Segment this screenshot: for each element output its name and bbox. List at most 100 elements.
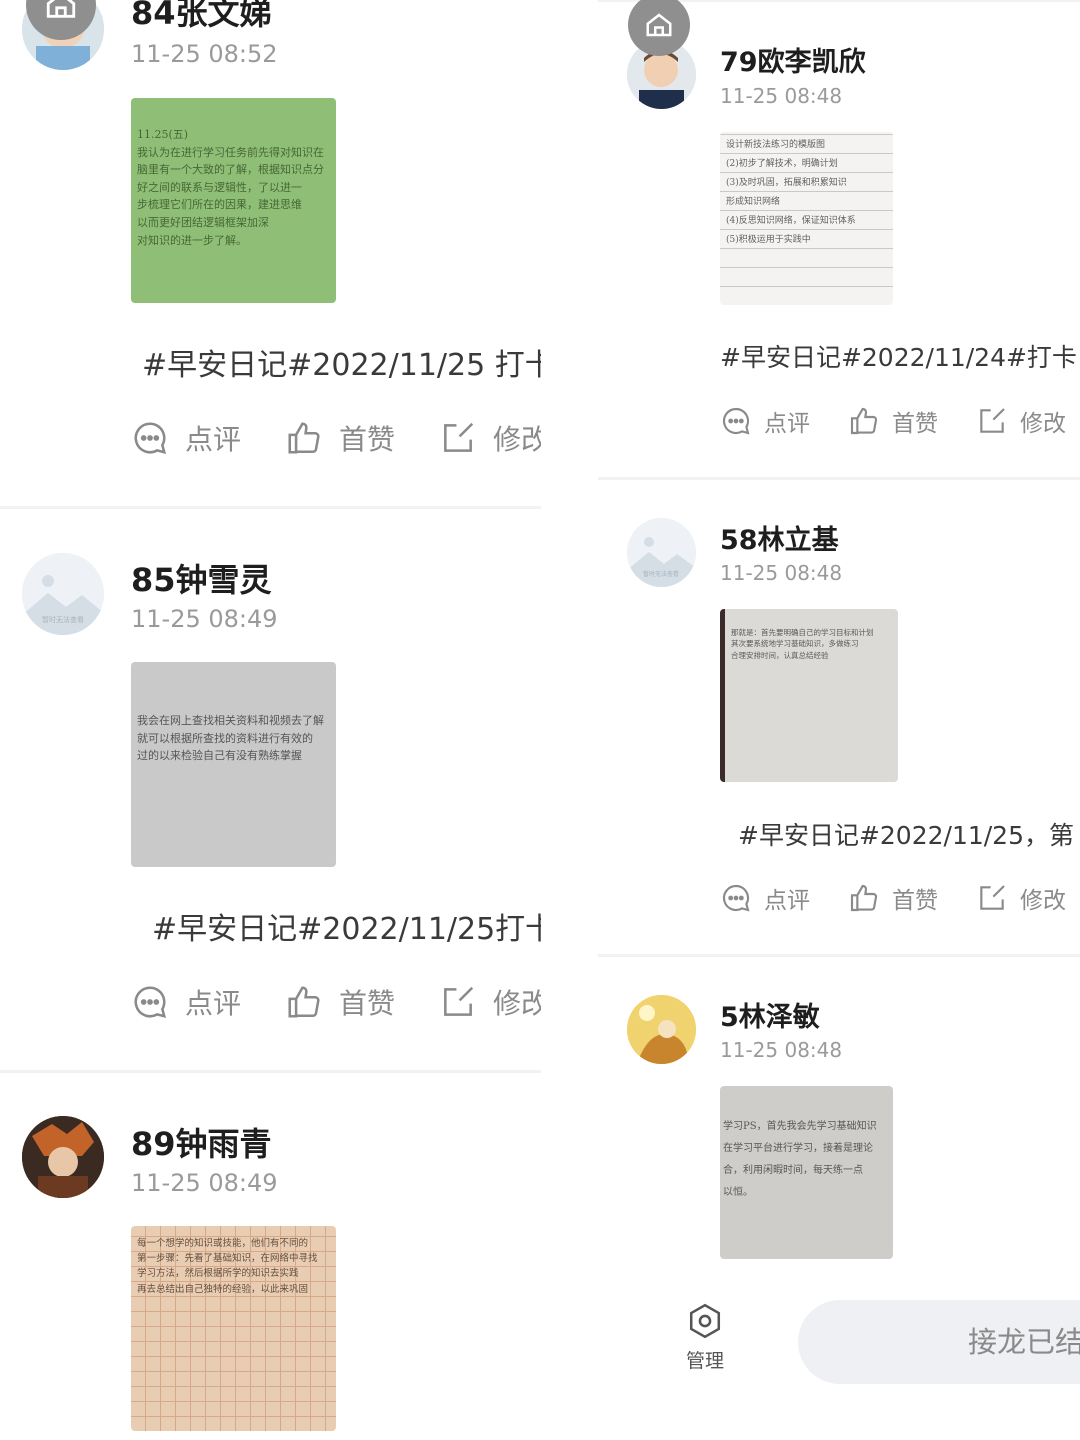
image-placeholder-icon: 暂时无法查看 [22, 553, 104, 635]
edit-label: 修改 [493, 987, 541, 1020]
post-author-name[interactable]: 85钟雪灵 [131, 555, 272, 601]
placeholder-text: 暂时无法查看 [643, 570, 679, 578]
handwriting-line: 设计新技法练习的模版图 [726, 140, 826, 150]
comment-label: 点评 [185, 987, 242, 1020]
handwriting-line: 第一步骤：先看了基础知识，在网络中寻找 [137, 1253, 318, 1265]
edit-label: 修改 [1020, 888, 1066, 914]
post-caption[interactable]: #早安日记#2022/11/24#打卡 [720, 338, 1080, 374]
handwriting-line: 过的以来检验自己有没有熟练掌握 [137, 749, 302, 763]
like-button[interactable]: 首赞 [285, 982, 395, 1022]
manage-button[interactable]: 管理 [680, 1302, 730, 1373]
post-photo[interactable]: 设计新技法练习的模版图 (2)初步了解技术，明确计划 (3)及时巩固，拓展和积累… [720, 132, 893, 305]
handwriting-line: 对知识的进一步了解。 [137, 233, 247, 247]
post-time: 11-25 08:49 [131, 1169, 278, 1197]
avatar[interactable]: 暂时无法查看 [22, 553, 104, 635]
edit-icon [444, 986, 474, 1016]
feed-post[interactable]: 5林泽敏 11-25 08:48 学习PS，首先我会先学习基础知识 在学习平台进… [598, 957, 1080, 1297]
comment-label: 点评 [185, 423, 242, 456]
avatar[interactable] [22, 1116, 104, 1198]
edit-button[interactable]: 修改 [976, 404, 1066, 438]
feed-post[interactable]: 89钟雨青 11-25 08:49 每一个想学的知识或技能，他们有不同的 第一步… [0, 1073, 541, 1440]
left-feed: 84张文娣 11-25 08:52 11.25(五) 我认为在进行学习任务前先得… [0, 0, 541, 1440]
edit-icon [444, 422, 474, 452]
post-time: 11-25 08:48 [720, 561, 843, 585]
handwriting-line: 脑里有一个大致的了解，根据知识点分 [137, 163, 324, 177]
edit-button[interactable]: 修改 [439, 982, 541, 1022]
post-caption[interactable]: #早安日记#2022/11/25 打卡 [142, 340, 541, 384]
post-actions: 点评 首赞 修改 [131, 982, 541, 1022]
post-time: 11-25 08:48 [720, 1038, 843, 1062]
handwriting-line: 学习方法，然后根据所学的知识去实践 [137, 1268, 299, 1280]
post-photo[interactable]: 我会在网上查找相关资料和视频去了解 就可以根据所查找的资料进行有效的 过的以来检… [131, 662, 336, 867]
handwriting-line: 以恒。 [723, 1187, 753, 1198]
feed-post[interactable]: 79欧李凯欣 11-25 08:48 设计新技法练习的模版图 (2)初步了解技术… [598, 0, 1080, 478]
comment-label: 点评 [764, 888, 810, 914]
post-author-name[interactable]: 5林泽敏 [720, 995, 820, 1034]
post-caption[interactable]: #早安日记#2022/11/25打卡 [152, 904, 541, 948]
handwriting-line: 以而更好团结逻辑框架加深 [137, 215, 269, 229]
post-actions: 点评 首赞 修改 [720, 404, 1080, 438]
handwriting-line: 好之间的联系与逻辑性，了以进一 [137, 180, 302, 194]
handwriting-line: 再去总结出自己独特的经验，以此来巩固 [137, 1283, 309, 1295]
column-gap [541, 0, 598, 1440]
edit-label: 修改 [493, 423, 541, 456]
handwriting-line: 合，利用闲暇时间，每天练一点 [723, 1165, 863, 1176]
thumbs-up-icon [288, 422, 320, 454]
comment-icon [722, 407, 750, 435]
post-photo[interactable]: 学习PS，首先我会先学习基础知识 在学习平台进行学习，接着是理论 合，利用闲暇时… [720, 1086, 893, 1259]
post-author-name[interactable]: 89钟雨青 [131, 1119, 272, 1165]
post-caption[interactable]: #早安日记#2022/11/25，第 [738, 816, 1080, 852]
feed-post[interactable]: 暂时无法查看 58林立基 11-25 08:48 那就是：首先要明确自己的学习目… [598, 480, 1080, 955]
manage-label: 管理 [685, 1350, 724, 1372]
relay-status-button[interactable]: 接龙已结束 [798, 1300, 1080, 1384]
handwriting-line: 其次要系统地学习基础知识，多做练习 [731, 639, 859, 649]
edit-button[interactable]: 修改 [976, 881, 1066, 915]
avatar[interactable]: 暂时无法查看 [627, 518, 696, 587]
post-author-name[interactable]: 84张文娣 [131, 0, 272, 34]
avatar[interactable] [627, 995, 696, 1064]
like-label: 首赞 [892, 888, 938, 914]
post-author-name[interactable]: 58林立基 [720, 518, 839, 557]
handwriting-line: 我认为在进行学习任务前先得对知识在 [137, 145, 324, 159]
handwriting-line: 我会在网上查找相关资料和视频去了解 [137, 714, 324, 727]
settings-hexagon-icon [689, 1303, 721, 1339]
feed-post[interactable]: 暂时无法查看 85钟雪灵 11-25 08:49 我会在网上查找相关资料和视频去… [0, 509, 541, 1071]
post-photo[interactable]: 那就是：首先要明确自己的学习目标和计划 其次要系统地学习基础知识，多做练习 合理… [720, 609, 898, 782]
bottom-bar: 管理 接龙已结束 [598, 1290, 1080, 1440]
comment-button[interactable]: 点评 [131, 982, 241, 1022]
handwriting-line: 合理安排时间，认真总结经验 [731, 650, 829, 660]
post-time: 11-25 08:52 [131, 40, 278, 68]
post-time: 11-25 08:49 [131, 605, 278, 633]
comment-button[interactable]: 点评 [131, 418, 241, 458]
feed-post[interactable]: 84张文娣 11-25 08:52 11.25(五) 我认为在进行学习任务前先得… [0, 0, 541, 508]
edit-icon [980, 408, 1005, 433]
handwriting-line: 在学习平台进行学习，接着是理论 [723, 1143, 873, 1154]
thumbs-up-icon [288, 986, 320, 1018]
edit-label: 修改 [1020, 411, 1066, 437]
post-photo[interactable]: 每一个想学的知识或技能，他们有不同的 第一步骤：先看了基础知识，在网络中寻找 学… [131, 1226, 336, 1431]
comment-icon [134, 422, 167, 455]
handwriting-line: 就可以根据所查找的资料进行有效的 [137, 731, 313, 745]
handwriting-line: (4)反思知识网络，保证知识体系 [726, 216, 856, 226]
handwriting-line: 学习PS，首先我会先学习基础知识 [723, 1121, 877, 1132]
edit-button[interactable]: 修改 [439, 418, 541, 458]
thumbs-up-icon [850, 884, 878, 912]
like-label: 首赞 [339, 987, 396, 1020]
right-feed: 79欧李凯欣 11-25 08:48 设计新技法练习的模版图 (2)初步了解技术… [598, 0, 1080, 1440]
post-time: 11-25 08:48 [720, 84, 843, 108]
post-photo[interactable]: 11.25(五) 我认为在进行学习任务前先得对知识在 脑里有一个大致的了解，根据… [131, 98, 336, 303]
handwriting-line: 每一个想学的知识或技能，他们有不同的 [137, 1238, 309, 1249]
like-button[interactable]: 首赞 [848, 881, 938, 915]
post-author-name[interactable]: 79欧李凯欣 [720, 40, 866, 79]
comment-button[interactable]: 点评 [720, 881, 810, 915]
handwriting-line: (2)初步了解技术，明确计划 [726, 159, 838, 169]
like-button[interactable]: 首赞 [285, 418, 395, 458]
handwriting-line: 11.25(五) [137, 128, 189, 141]
post-actions: 点评 首赞 修改 [720, 881, 1080, 915]
handwriting-line: 步梳理它们所在的因果，建进思维 [137, 198, 302, 212]
comment-icon [722, 884, 750, 912]
like-label: 首赞 [892, 411, 938, 437]
like-button[interactable]: 首赞 [848, 404, 938, 438]
placeholder-text: 暂时无法查看 [42, 615, 84, 624]
comment-button[interactable]: 点评 [720, 404, 810, 438]
